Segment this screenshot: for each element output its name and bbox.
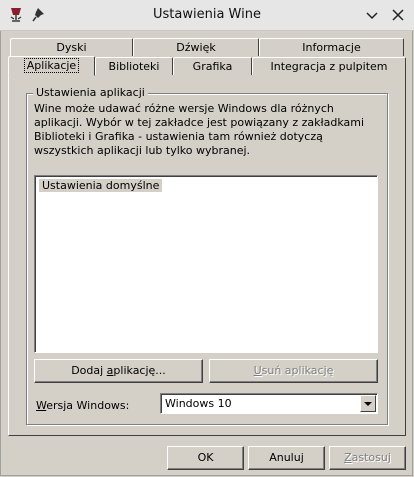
button-label-part: suń aplikację xyxy=(261,364,334,377)
tab-label: Aplikacje xyxy=(23,58,80,73)
description-text: Wine może udawać różne wersje Windows dl… xyxy=(34,102,365,157)
tab-dzwiek[interactable]: Dźwięk xyxy=(133,38,259,56)
tab-label: Dyski xyxy=(56,41,87,54)
apply-button[interactable]: Zastosuj xyxy=(329,446,406,470)
accelerator-key: W xyxy=(36,399,47,412)
selected-value: Windows 10 xyxy=(165,397,232,410)
tab-grafika[interactable]: Grafika xyxy=(173,57,252,75)
windows-version-label: Wersja Windows: xyxy=(36,399,129,412)
cancel-button[interactable]: Anuluj xyxy=(248,446,325,470)
tab-label: Grafika xyxy=(192,60,233,73)
button-label-part: astosuj xyxy=(351,451,391,464)
tab-label: Informacje xyxy=(302,41,361,54)
tab-aplikacje[interactable]: Aplikacje xyxy=(8,56,95,76)
windows-version-select[interactable]: Windows 10 xyxy=(160,393,378,414)
accelerator-key: U xyxy=(253,364,262,377)
window-title: Ustawienia Wine xyxy=(153,7,261,22)
tab-label: Dźwięk xyxy=(176,41,216,54)
dropdown-arrow-icon[interactable] xyxy=(360,395,376,412)
accelerator-key: Z xyxy=(344,451,352,464)
ok-button[interactable]: OK xyxy=(167,446,244,470)
chevron-down-icon[interactable] xyxy=(363,6,381,24)
list-item[interactable]: Ustawienia domyślne xyxy=(39,179,163,192)
tab-biblioteki[interactable]: Biblioteki xyxy=(95,57,173,75)
application-list[interactable]: Ustawienia domyślne xyxy=(34,175,378,353)
remove-application-button[interactable]: Usuń aplikację xyxy=(209,359,378,383)
tab-dyski[interactable]: Dyski xyxy=(10,38,133,56)
tab-label: Biblioteki xyxy=(108,60,160,73)
button-label-part: plikację... xyxy=(113,364,166,377)
add-application-button[interactable]: Dodaj aplikację... xyxy=(34,359,203,383)
tab-label: Integracja z pulpitem xyxy=(270,60,388,73)
title-bar: Ustawienia Wine xyxy=(0,0,414,31)
group-label: Ustawienia aplikacji xyxy=(33,86,148,99)
label-part: ersja Windows: xyxy=(46,399,130,412)
button-label: Anuluj xyxy=(269,451,304,464)
button-label: OK xyxy=(197,451,214,464)
close-icon[interactable] xyxy=(389,6,407,24)
tab-integracja[interactable]: Integracja z pulpitem xyxy=(252,57,406,75)
tab-informacje[interactable]: Informacje xyxy=(259,38,404,56)
button-label-part: Dodaj xyxy=(71,364,107,377)
